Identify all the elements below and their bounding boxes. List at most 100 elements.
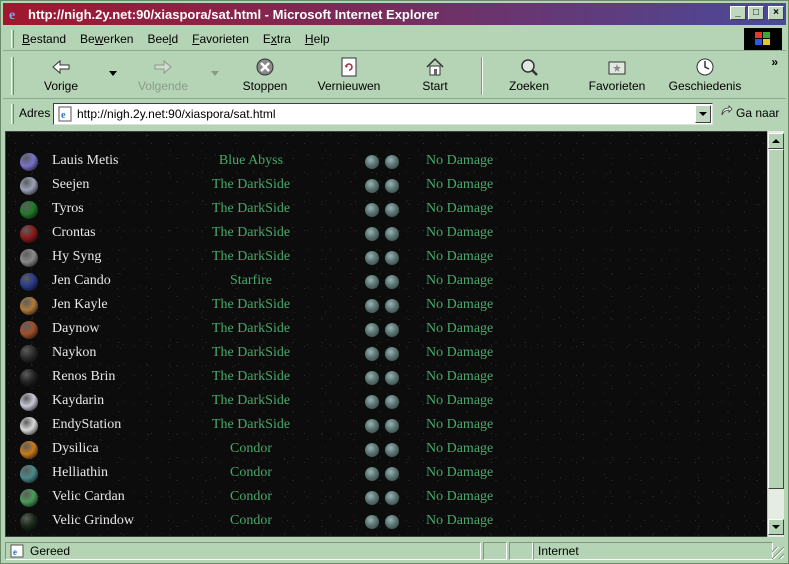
svg-text:e: e [9, 8, 15, 21]
maximize-button[interactable]: □ [748, 6, 764, 20]
favorites-button[interactable]: Favorieten [577, 57, 657, 93]
planet-name: EndyStation [52, 417, 122, 432]
menu-label: Bee [147, 31, 169, 46]
planet-name: Kaydarin [52, 393, 105, 408]
planet-faction: The DarkSide [211, 177, 291, 192]
planet-faction: Blue Abyss [218, 153, 284, 168]
planet-row: Crontas The DarkSide No Damage [6, 222, 767, 246]
home-button[interactable]: Start [395, 57, 475, 93]
planet-row: Lauis Metis Blue Abyss No Damage [6, 150, 767, 174]
home-icon [424, 57, 446, 77]
history-button[interactable]: Geschiedenis [665, 57, 745, 93]
search-icon [518, 57, 540, 77]
toolbar-grip[interactable] [11, 57, 14, 95]
planet-icon [20, 321, 38, 339]
search-button[interactable]: Zoeken [489, 57, 569, 93]
planet-name: Dysilica [52, 441, 99, 456]
satellite-icon [365, 275, 379, 289]
history-label: Geschiedenis [668, 79, 742, 93]
refresh-icon [338, 57, 360, 77]
menu-label: Be [80, 31, 95, 46]
back-button[interactable]: Vorige [21, 57, 101, 93]
planet-icon [20, 513, 38, 531]
go-button[interactable]: Ga naar [721, 105, 779, 120]
planet-row: Velic Cardan Condor No Damage [6, 486, 767, 510]
planet-faction: The DarkSide [211, 321, 291, 336]
menu-bar: Bestand Bewerken Beeld Favorieten Extra … [3, 27, 786, 51]
planet-icon [20, 441, 38, 459]
planet-name: Velic Grindow [52, 513, 135, 528]
satellite-icon [365, 419, 379, 433]
satellite-icon [365, 203, 379, 217]
internet-explorer-icon: e [7, 6, 23, 22]
planet-icon [20, 369, 38, 387]
planet-list: Lauis Metis Blue Abyss No Damage Seejen The … [6, 150, 767, 534]
planet-faction: The DarkSide [211, 393, 291, 408]
refresh-button[interactable]: Vernieuwen [309, 57, 389, 93]
scroll-up-button[interactable] [768, 133, 784, 149]
status-bar: e Gereed Internet [3, 541, 786, 561]
address-url[interactable]: http://nigh.2y.net:90/xiaspora/sat.html [77, 107, 695, 121]
planet-row: Kaydarin The DarkSide No Damage [6, 390, 767, 414]
menu-help[interactable]: Help [305, 32, 330, 46]
minimize-button[interactable]: _ [730, 6, 746, 20]
satellite-icon [365, 371, 379, 385]
satellite-icon [385, 203, 399, 217]
go-label: Ga naar [736, 105, 780, 120]
planet-status: No Damage [426, 345, 494, 360]
satellite-icon [365, 395, 379, 409]
planet-faction: The DarkSide [211, 297, 291, 312]
planet-row: Tyros The DarkSide No Damage [6, 198, 767, 222]
favorites-icon [606, 57, 628, 77]
menu-label: tra [276, 31, 291, 46]
status-main: e Gereed [5, 542, 481, 560]
toolbar-overflow-chevron[interactable]: » [771, 55, 778, 69]
satellite-icon [385, 467, 399, 481]
vertical-scrollbar[interactable] [767, 131, 784, 537]
standard-toolbar: Vorige Volgende Stoppen Vernieuwen Start… [3, 53, 786, 99]
forward-dropdown-icon[interactable] [211, 71, 219, 76]
scroll-down-button[interactable] [768, 519, 784, 535]
menu-extra[interactable]: Extra [263, 32, 291, 46]
planet-faction: The DarkSide [211, 345, 291, 360]
address-input[interactable]: e http://nigh.2y.net:90/xiaspora/sat.htm… [53, 103, 713, 125]
resize-grip[interactable] [772, 547, 784, 559]
svg-text:e: e [13, 547, 17, 557]
planet-status: No Damage [426, 153, 494, 168]
satellite-icon [365, 251, 379, 265]
scroll-thumb[interactable] [768, 149, 784, 489]
satellite-icon [385, 299, 399, 313]
satellite-icon [385, 491, 399, 505]
menu-favorieten[interactable]: Favorieten [192, 32, 249, 46]
planet-name: Naykon [52, 345, 97, 360]
planet-icon [20, 489, 38, 507]
menu-bewerken[interactable]: Bewerken [80, 32, 133, 46]
menu-bestand[interactable]: Bestand [22, 32, 66, 46]
browser-window: e http://nigh.2y.net:90/xiaspora/sat.htm… [0, 0, 789, 564]
stop-button[interactable]: Stoppen [225, 57, 305, 93]
favorites-label: Favorieten [588, 79, 646, 93]
planet-status: No Damage [426, 441, 494, 456]
window-title: http://nigh.2y.net:90/xiaspora/sat.html … [28, 6, 439, 22]
planet-status: No Damage [426, 177, 494, 192]
planet-status: No Damage [426, 297, 494, 312]
planet-icon [20, 297, 38, 315]
close-button[interactable]: × [768, 6, 784, 20]
forward-button[interactable]: Volgende [123, 57, 203, 93]
back-dropdown-icon[interactable] [109, 71, 117, 76]
menu-grip[interactable] [11, 29, 14, 48]
satellite-icon [365, 227, 379, 241]
planet-faction: The DarkSide [211, 201, 291, 216]
planet-faction: Condor [230, 513, 272, 528]
planet-status: No Damage [426, 201, 494, 216]
planet-icon [20, 177, 38, 195]
planet-status: No Damage [426, 225, 494, 240]
back-label: Vorige [43, 79, 79, 93]
address-dropdown-button[interactable] [695, 105, 711, 123]
planet-icon [20, 273, 38, 291]
menu-beeld[interactable]: Beeld [147, 32, 178, 46]
address-grip[interactable] [11, 104, 14, 124]
planet-status: No Damage [426, 249, 494, 264]
planet-name: Jen Cando [52, 273, 111, 288]
satellite-icon [385, 395, 399, 409]
